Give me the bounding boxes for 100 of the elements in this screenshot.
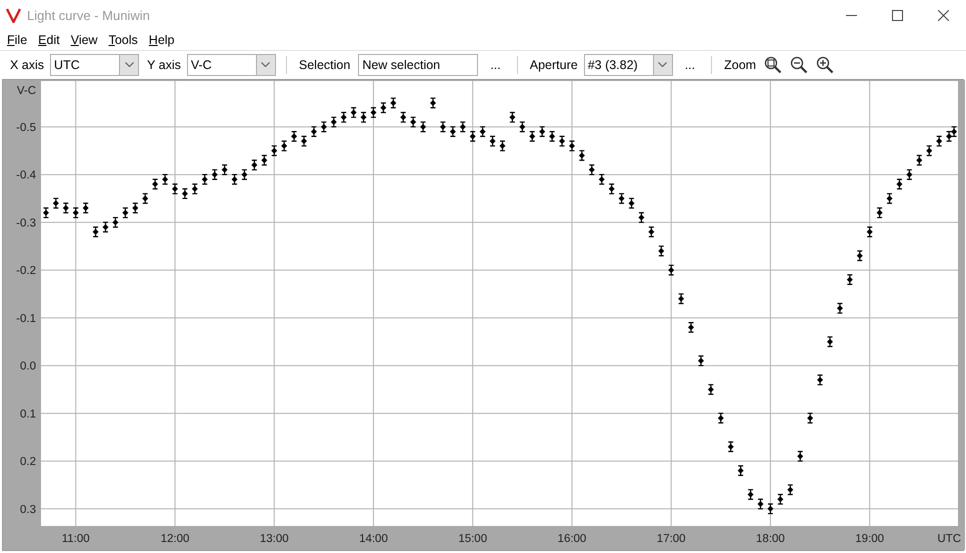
- data-point: [420, 124, 426, 130]
- toolbar-label: X axis: [9, 58, 44, 72]
- data-point: [271, 148, 278, 154]
- dropdown[interactable]: #3 (3.82): [584, 54, 673, 76]
- data-point: [926, 148, 932, 154]
- data-point: [62, 205, 69, 211]
- more-button[interactable]: ...: [484, 54, 507, 74]
- data-point: [291, 133, 298, 140]
- zoom-in-icon[interactable]: [816, 56, 834, 74]
- chevron-down-icon: [124, 62, 134, 67]
- data-point: [698, 358, 704, 364]
- data-point: [172, 186, 178, 192]
- tick-label: 12:00: [160, 533, 190, 545]
- axis-title: V-C: [16, 85, 36, 97]
- data-point: [350, 110, 357, 116]
- data-point: [618, 195, 625, 202]
- tick-label: -0.4: [16, 170, 36, 182]
- data-point: [112, 219, 118, 226]
- data-point: [866, 228, 873, 235]
- data-point: [241, 172, 248, 178]
- tick-label: 0.1: [20, 408, 36, 420]
- data-point: [767, 506, 774, 512]
- tick-label: 18:00: [756, 533, 785, 545]
- data-point: [430, 100, 436, 106]
- data-point: [568, 142, 575, 149]
- dropdown[interactable]: V-C: [186, 54, 276, 76]
- data-point: [330, 119, 337, 126]
- chevron-down-icon: [261, 62, 270, 67]
- dropdown[interactable]: UTC: [50, 54, 140, 76]
- data-point: [598, 176, 605, 182]
- data-point: [72, 210, 79, 216]
- maximize-icon[interactable]: [892, 10, 902, 20]
- data-point: [390, 100, 396, 106]
- data-point: [668, 267, 674, 274]
- tick-label: 16:00: [558, 533, 586, 545]
- data-point: [549, 133, 556, 140]
- data-point: [578, 152, 585, 158]
- tick-label: -0.1: [16, 312, 36, 325]
- tick-label: 0.0: [20, 360, 36, 373]
- data-point: [678, 296, 684, 302]
- data-point: [817, 376, 824, 383]
- menu-item[interactable]: Tools: [102, 33, 143, 47]
- close-icon[interactable]: [938, 10, 948, 20]
- minimize-icon[interactable]: [846, 14, 856, 16]
- tick-label: 11:00: [62, 533, 90, 545]
- data-point: [519, 124, 526, 130]
- data-point: [728, 444, 734, 450]
- data-point: [539, 128, 546, 135]
- data-point: [320, 124, 327, 130]
- data-point: [688, 324, 694, 330]
- menu-item[interactable]: Help: [142, 33, 180, 47]
- data-point: [232, 176, 238, 182]
- zoom-out-icon[interactable]: [790, 56, 808, 74]
- data-point: [310, 128, 317, 135]
- data-point: [122, 210, 128, 216]
- data-point: [490, 138, 496, 144]
- data-point: [797, 453, 804, 460]
- data-point: [370, 110, 376, 116]
- data-point: [192, 186, 198, 192]
- toolbar-label: Zoom: [723, 58, 756, 72]
- data-point: [936, 138, 942, 144]
- tick-label: -0.2: [16, 265, 36, 278]
- data-point: [916, 157, 922, 164]
- tick-label: -0.3: [16, 217, 36, 230]
- data-point: [42, 210, 49, 216]
- tick-label: 15:00: [458, 533, 488, 545]
- data-point: [52, 200, 59, 206]
- data-point: [648, 228, 654, 235]
- data-point: [470, 133, 476, 140]
- menu-item[interactable]: Edit: [32, 33, 65, 47]
- data-point: [846, 276, 853, 283]
- data-point: [152, 181, 158, 188]
- data-point: [738, 468, 744, 474]
- data-point: [748, 491, 754, 498]
- data-point: [450, 128, 456, 135]
- data-point: [182, 190, 188, 197]
- toolbar-label: Y axis: [146, 58, 181, 72]
- data-point: [638, 214, 644, 221]
- data-point: [777, 496, 784, 502]
- data-point: [529, 133, 536, 140]
- menu-item[interactable]: File: [1, 33, 32, 47]
- data-point: [301, 138, 307, 144]
- tick-label: 19:00: [855, 533, 884, 545]
- data-point: [559, 138, 566, 144]
- data-point: [251, 162, 258, 168]
- zoom-fit-icon[interactable]: [764, 56, 782, 74]
- input-field[interactable]: New selection: [358, 54, 478, 76]
- data-point: [410, 119, 416, 126]
- data-point: [212, 172, 218, 178]
- data-point: [222, 166, 228, 173]
- data-point: [440, 124, 446, 130]
- data-point: [132, 205, 138, 211]
- tick-label: 14:00: [359, 533, 388, 545]
- data-point: [380, 104, 386, 111]
- more-button[interactable]: ...: [678, 54, 702, 74]
- data-point: [588, 166, 595, 173]
- data-point: [261, 157, 268, 164]
- menu-item[interactable]: View: [64, 33, 103, 47]
- toolbar-label: Aperture: [528, 58, 578, 72]
- tick-label: 17:00: [656, 533, 686, 545]
